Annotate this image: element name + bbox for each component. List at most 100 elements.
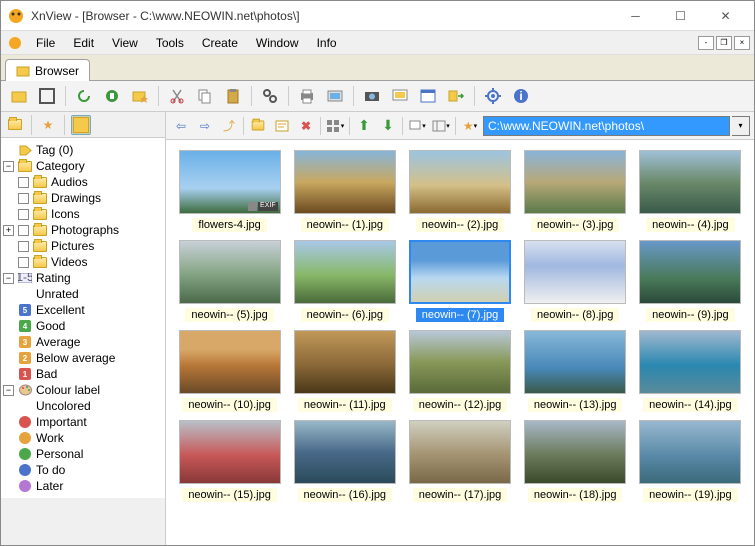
tree-node[interactable]: Work [3, 430, 163, 446]
capture-button[interactable] [360, 84, 384, 108]
settings-button[interactable] [481, 84, 505, 108]
tree-node[interactable]: Videos [3, 254, 163, 270]
favorites-star-button[interactable]: ★▾ [459, 115, 481, 137]
sort-asc-button[interactable]: ⬆ [353, 115, 375, 137]
tree-node[interactable]: Pictures [3, 238, 163, 254]
thumbnail[interactable]: neowin-- (15).jpg [176, 420, 283, 502]
tree-node[interactable]: 5Excellent [3, 302, 163, 318]
menu-info[interactable]: Info [308, 33, 346, 53]
thumbnail[interactable]: neowin-- (1).jpg [291, 150, 398, 232]
tree-node[interactable]: 4Good [3, 318, 163, 334]
mdi-close-button[interactable]: × [734, 36, 750, 50]
acquire-button[interactable] [323, 84, 347, 108]
collapse-icon[interactable]: − [3, 161, 14, 172]
close-button[interactable]: ✕ [703, 2, 748, 30]
sidebar-categories-button[interactable] [71, 115, 91, 135]
collapse-icon[interactable]: − [3, 273, 14, 284]
thumbnail[interactable]: EXIFflowers-4.jpg [176, 150, 283, 232]
open-file-button[interactable] [7, 84, 31, 108]
search-button[interactable] [258, 84, 282, 108]
tree-node[interactable]: Audios [3, 174, 163, 190]
view-mode-button[interactable]: ▾ [324, 115, 346, 137]
thumbnail[interactable]: neowin-- (4).jpg [637, 150, 744, 232]
batch-convert-button[interactable] [444, 84, 468, 108]
tree-node[interactable]: Important [3, 414, 163, 430]
menu-view[interactable]: View [103, 33, 147, 53]
tree-node[interactable]: Icons [3, 206, 163, 222]
tree-node[interactable]: Personal [3, 446, 163, 462]
thumbnail[interactable]: neowin-- (13).jpg [522, 330, 629, 412]
sort-desc-button[interactable]: ⬇ [377, 115, 399, 137]
cut-button[interactable] [165, 84, 189, 108]
menu-file[interactable]: File [27, 33, 64, 53]
tree-node[interactable]: −1-5Rating [3, 270, 163, 286]
delete-button[interactable]: ✖ [295, 115, 317, 137]
thumbnail[interactable]: neowin-- (5).jpg [176, 240, 283, 322]
thumbnail[interactable]: neowin-- (12).jpg [406, 330, 513, 412]
help-button[interactable]: i [509, 84, 533, 108]
checkbox[interactable] [18, 225, 29, 236]
tree-node[interactable]: −Category [3, 158, 163, 174]
menu-window[interactable]: Window [247, 33, 308, 53]
minimize-button[interactable]: ─ [613, 2, 658, 30]
tree-node[interactable]: +Photographs [3, 222, 163, 238]
webpage-button[interactable] [416, 84, 440, 108]
mdi-minimize-button[interactable]: - [698, 36, 714, 50]
thumbnail[interactable]: neowin-- (18).jpg [522, 420, 629, 502]
nav-back-button[interactable]: ⇦ [170, 115, 192, 137]
path-dropdown-button[interactable]: ▾ [732, 116, 750, 136]
thumbnail[interactable]: neowin-- (7).jpg [406, 240, 513, 322]
thumbnail[interactable]: neowin-- (10).jpg [176, 330, 283, 412]
checkbox[interactable] [18, 241, 29, 252]
thumbnail[interactable]: neowin-- (2).jpg [406, 150, 513, 232]
path-input[interactable]: C:\www.NEOWIN.net\photos\ [483, 116, 730, 136]
thumbnail[interactable]: neowin-- (16).jpg [291, 420, 398, 502]
thumbnail[interactable]: neowin-- (6).jpg [291, 240, 398, 322]
thumbnail[interactable]: neowin-- (9).jpg [637, 240, 744, 322]
thumbnail[interactable]: neowin-- (17).jpg [406, 420, 513, 502]
stop-button[interactable] [100, 84, 124, 108]
tree-node[interactable]: 1Bad [3, 366, 163, 382]
tree-node[interactable]: Later [3, 478, 163, 494]
thumbnail[interactable]: neowin-- (8).jpg [522, 240, 629, 322]
new-folder-button[interactable] [247, 115, 269, 137]
refresh-button[interactable] [72, 84, 96, 108]
checkbox[interactable] [18, 193, 29, 204]
maximize-button[interactable]: ☐ [658, 2, 703, 30]
checkbox[interactable] [18, 257, 29, 268]
thumbnail[interactable]: neowin-- (3).jpg [522, 150, 629, 232]
expand-icon[interactable]: + [3, 225, 14, 236]
menu-create[interactable]: Create [193, 33, 247, 53]
favorites-folder-button[interactable] [128, 84, 152, 108]
tree-node[interactable]: Uncolored [3, 398, 163, 414]
thumbnail[interactable]: neowin-- (14).jpg [637, 330, 744, 412]
collapse-icon[interactable]: − [3, 385, 14, 396]
nav-forward-button[interactable]: ⇨ [194, 115, 216, 137]
thumbnail[interactable]: neowin-- (19).jpg [637, 420, 744, 502]
tree-node[interactable]: 3Average [3, 334, 163, 350]
slideshow-button[interactable] [388, 84, 412, 108]
tree-node[interactable]: To do [3, 462, 163, 478]
tree-node[interactable]: Drawings [3, 190, 163, 206]
sidebar-star-button[interactable]: ★ [38, 115, 58, 135]
fullscreen-button[interactable] [35, 84, 59, 108]
print-button[interactable] [295, 84, 319, 108]
menu-tools[interactable]: Tools [147, 33, 193, 53]
checkbox[interactable] [18, 209, 29, 220]
checkbox[interactable] [18, 177, 29, 188]
tree-node[interactable]: 2Below average [3, 350, 163, 366]
tree-node[interactable]: Unrated [3, 286, 163, 302]
paste-button[interactable] [221, 84, 245, 108]
filter-dropdown-button[interactable]: ▾ [406, 115, 428, 137]
tree-node[interactable]: Tag (0) [3, 142, 163, 158]
menu-edit[interactable]: Edit [64, 33, 103, 53]
sidebar-tag-button[interactable] [5, 115, 25, 135]
tab-browser[interactable]: Browser [5, 59, 90, 81]
thumbnail[interactable]: neowin-- (11).jpg [291, 330, 398, 412]
tree-node[interactable]: −Colour label [3, 382, 163, 398]
copy-icon[interactable] [193, 84, 217, 108]
layout-dropdown-button[interactable]: ▾ [430, 115, 452, 137]
nav-up-button[interactable]: ⤴ [218, 115, 240, 137]
rename-button[interactable] [271, 115, 293, 137]
mdi-restore-button[interactable]: ❐ [716, 36, 732, 50]
